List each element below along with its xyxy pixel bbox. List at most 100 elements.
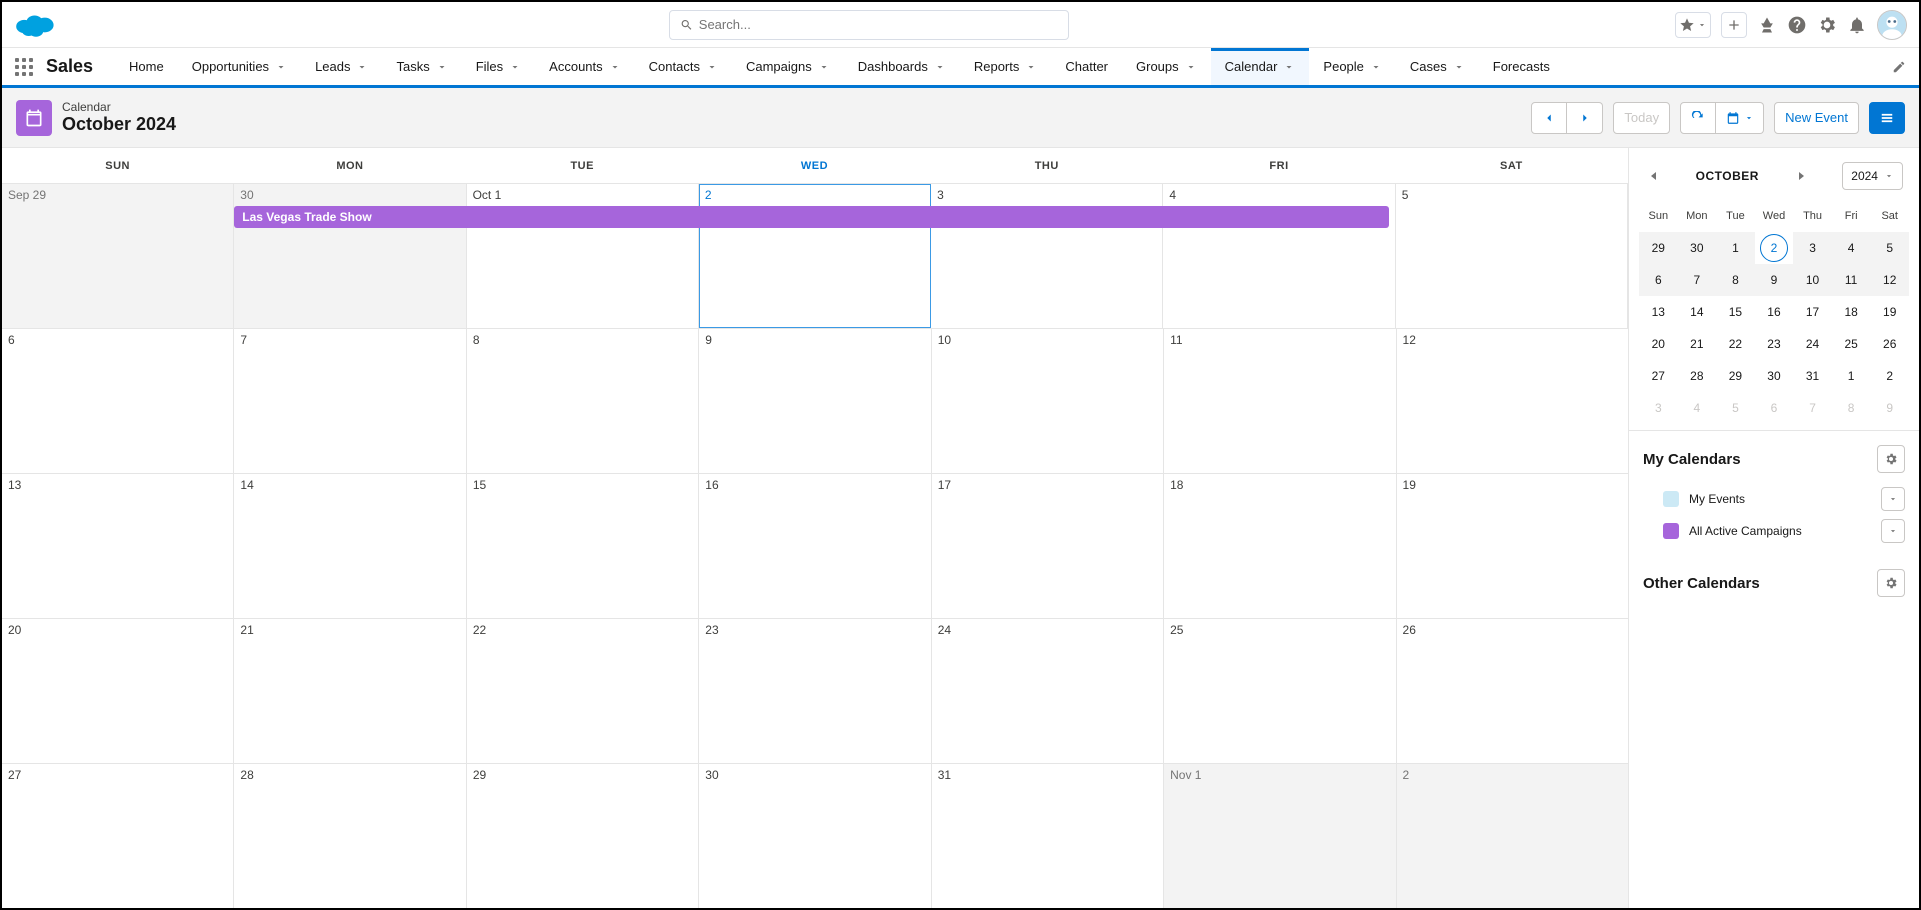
day-cell[interactable]: 2: [1397, 764, 1628, 908]
mini-day[interactable]: 29: [1639, 232, 1678, 264]
mini-day[interactable]: 7: [1678, 264, 1717, 296]
mini-day[interactable]: 8: [1837, 394, 1865, 422]
mini-day[interactable]: 2: [1876, 362, 1904, 390]
day-cell[interactable]: 28: [234, 764, 466, 908]
today-button[interactable]: Today: [1613, 102, 1670, 134]
nav-item-chatter[interactable]: Chatter: [1051, 48, 1122, 85]
day-cell[interactable]: 11: [1164, 329, 1396, 473]
salesforce-logo[interactable]: [14, 10, 58, 40]
prev-month-button[interactable]: [1531, 102, 1567, 134]
day-cell[interactable]: 16: [699, 474, 931, 618]
day-cell[interactable]: 25: [1164, 619, 1396, 763]
day-cell[interactable]: 21: [234, 619, 466, 763]
day-cell[interactable]: 26: [1397, 619, 1628, 763]
add-button[interactable]: [1721, 12, 1747, 38]
my-calendars-settings[interactable]: [1877, 445, 1905, 473]
nav-item-reports[interactable]: Reports: [960, 48, 1052, 85]
day-cell[interactable]: 20: [2, 619, 234, 763]
day-cell[interactable]: 12: [1397, 329, 1628, 473]
mini-day[interactable]: 20: [1644, 330, 1672, 358]
mini-day[interactable]: 25: [1837, 330, 1865, 358]
calendar-color-swatch[interactable]: [1663, 523, 1679, 539]
mini-day[interactable]: 19: [1876, 298, 1904, 326]
mini-day[interactable]: 27: [1644, 362, 1672, 390]
day-cell[interactable]: 9: [699, 329, 931, 473]
mini-day[interactable]: 2: [1760, 234, 1788, 262]
calendar-color-swatch[interactable]: [1663, 491, 1679, 507]
edit-nav-button[interactable]: [1879, 48, 1919, 85]
mini-day[interactable]: 3: [1644, 394, 1672, 422]
mini-day[interactable]: 4: [1832, 232, 1871, 264]
mini-day[interactable]: 23: [1760, 330, 1788, 358]
day-cell[interactable]: Nov 1: [1164, 764, 1396, 908]
mini-day[interactable]: 29: [1721, 362, 1749, 390]
day-cell[interactable]: 29: [467, 764, 699, 908]
mini-day[interactable]: 9: [1876, 394, 1904, 422]
mini-day[interactable]: 5: [1870, 232, 1909, 264]
mini-day[interactable]: 17: [1799, 298, 1827, 326]
day-cell[interactable]: 31: [932, 764, 1164, 908]
refresh-button[interactable]: [1680, 102, 1716, 134]
mini-day[interactable]: 28: [1683, 362, 1711, 390]
search-input[interactable]: [699, 17, 1058, 32]
day-cell[interactable]: 6: [2, 329, 234, 473]
mini-day[interactable]: 18: [1837, 298, 1865, 326]
mini-day[interactable]: 24: [1799, 330, 1827, 358]
mini-day[interactable]: 5: [1721, 394, 1749, 422]
day-cell[interactable]: 22: [467, 619, 699, 763]
nav-item-people[interactable]: People: [1309, 48, 1395, 85]
app-launcher[interactable]: [2, 48, 46, 85]
day-cell[interactable]: 18: [1164, 474, 1396, 618]
nav-item-forecasts[interactable]: Forecasts: [1479, 48, 1564, 85]
favorites-button[interactable]: [1675, 12, 1711, 38]
nav-item-dashboards[interactable]: Dashboards: [844, 48, 960, 85]
nav-item-contacts[interactable]: Contacts: [635, 48, 732, 85]
nav-item-files[interactable]: Files: [462, 48, 535, 85]
mini-day[interactable]: 14: [1683, 298, 1711, 326]
day-cell[interactable]: 10: [932, 329, 1164, 473]
year-selector[interactable]: 2024: [1842, 162, 1903, 190]
nav-item-calendar[interactable]: Calendar: [1211, 48, 1310, 85]
trailhead-icon[interactable]: [1757, 15, 1777, 35]
day-cell[interactable]: 17: [932, 474, 1164, 618]
view-picker-button[interactable]: [1716, 102, 1764, 134]
nav-item-campaigns[interactable]: Campaigns: [732, 48, 844, 85]
mini-day[interactable]: 6: [1760, 394, 1788, 422]
calendar-item-menu[interactable]: [1881, 519, 1905, 543]
mini-next-month[interactable]: [1792, 167, 1810, 185]
mini-day[interactable]: 7: [1799, 394, 1827, 422]
mini-day[interactable]: 30: [1678, 232, 1717, 264]
nav-item-leads[interactable]: Leads: [301, 48, 382, 85]
nav-item-home[interactable]: Home: [115, 48, 178, 85]
mini-day[interactable]: 16: [1760, 298, 1788, 326]
day-cell[interactable]: 7: [234, 329, 466, 473]
nav-item-tasks[interactable]: Tasks: [382, 48, 461, 85]
mini-day[interactable]: 1: [1716, 232, 1755, 264]
search-box[interactable]: [669, 10, 1069, 40]
nav-item-opportunities[interactable]: Opportunities: [178, 48, 301, 85]
mini-day[interactable]: 22: [1721, 330, 1749, 358]
new-event-button[interactable]: New Event: [1774, 102, 1859, 134]
mini-day[interactable]: 11: [1832, 264, 1871, 296]
mini-day[interactable]: 3: [1793, 232, 1832, 264]
help-icon[interactable]: [1787, 15, 1807, 35]
nav-item-accounts[interactable]: Accounts: [535, 48, 634, 85]
mini-day[interactable]: 31: [1799, 362, 1827, 390]
mini-day[interactable]: 10: [1793, 264, 1832, 296]
day-cell[interactable]: 24: [932, 619, 1164, 763]
mini-day[interactable]: 15: [1721, 298, 1749, 326]
mini-day[interactable]: 21: [1683, 330, 1711, 358]
day-cell[interactable]: 27: [2, 764, 234, 908]
mini-day[interactable]: 1: [1837, 362, 1865, 390]
calendar-item-menu[interactable]: [1881, 487, 1905, 511]
mini-day[interactable]: 13: [1644, 298, 1672, 326]
notification-bell-icon[interactable]: [1847, 15, 1867, 35]
next-month-button[interactable]: [1567, 102, 1603, 134]
mini-day[interactable]: 6: [1639, 264, 1678, 296]
mini-day[interactable]: 4: [1683, 394, 1711, 422]
day-cell[interactable]: 8: [467, 329, 699, 473]
side-panel-toggle-button[interactable]: [1869, 102, 1905, 134]
day-cell[interactable]: 30: [699, 764, 931, 908]
avatar[interactable]: [1877, 10, 1907, 40]
setup-gear-icon[interactable]: [1817, 15, 1837, 35]
